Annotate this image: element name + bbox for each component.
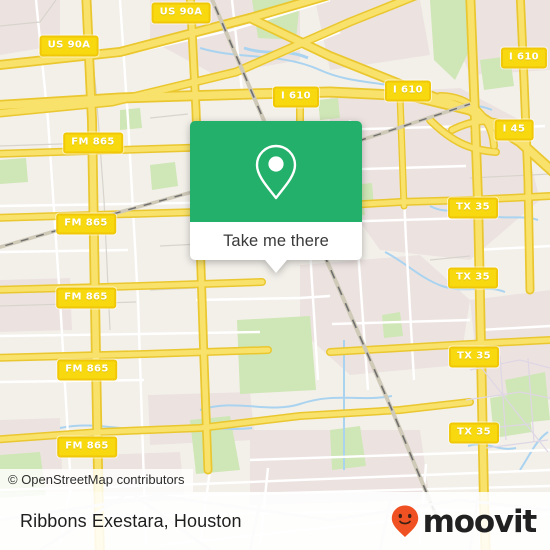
- callout-pointer-arrow: [265, 260, 287, 273]
- road-shield: I 610: [500, 47, 548, 69]
- take-me-there-callout[interactable]: Take me there: [190, 121, 362, 273]
- road-shield: I 45: [494, 119, 534, 141]
- road-shield: FM 865: [57, 436, 117, 458]
- road-shield: TX 35: [448, 197, 498, 219]
- map-attribution[interactable]: © OpenStreetMap contributors: [0, 468, 193, 492]
- road-shield: I 610: [272, 86, 320, 108]
- road-shield: US 90A: [151, 2, 211, 24]
- map-screen: US 90A US 90A I 610 I 610 I 610 I 45 FM 865 FM …: [0, 0, 550, 550]
- road-shield: I 610: [384, 80, 432, 102]
- location-pin-icon: [255, 144, 297, 199]
- road-shield: FM 865: [63, 132, 123, 154]
- callout-action[interactable]: Take me there: [190, 222, 362, 273]
- road-shield: TX 35: [448, 267, 498, 289]
- callout-header: [190, 121, 362, 222]
- road-shield: FM 865: [56, 213, 116, 235]
- road-shield: TX 35: [449, 422, 499, 444]
- take-me-there-label: Take me there: [223, 231, 329, 250]
- moovit-wordmark: moovit: [422, 503, 538, 540]
- footer-bar: Ribbons Exestara, Houston moovit: [0, 492, 550, 550]
- road-shield: FM 865: [56, 287, 116, 309]
- place-title: Ribbons Exestara, Houston: [20, 510, 242, 531]
- moovit-smiley-pin-icon: [391, 505, 418, 537]
- moovit-brand-logo[interactable]: moovit: [390, 503, 538, 540]
- road-shield: FM 865: [57, 359, 117, 381]
- road-shield: TX 35: [449, 346, 499, 368]
- road-shield: US 90A: [39, 35, 99, 57]
- map-canvas[interactable]: US 90A US 90A I 610 I 610 I 610 I 45 FM 865 FM …: [0, 0, 550, 550]
